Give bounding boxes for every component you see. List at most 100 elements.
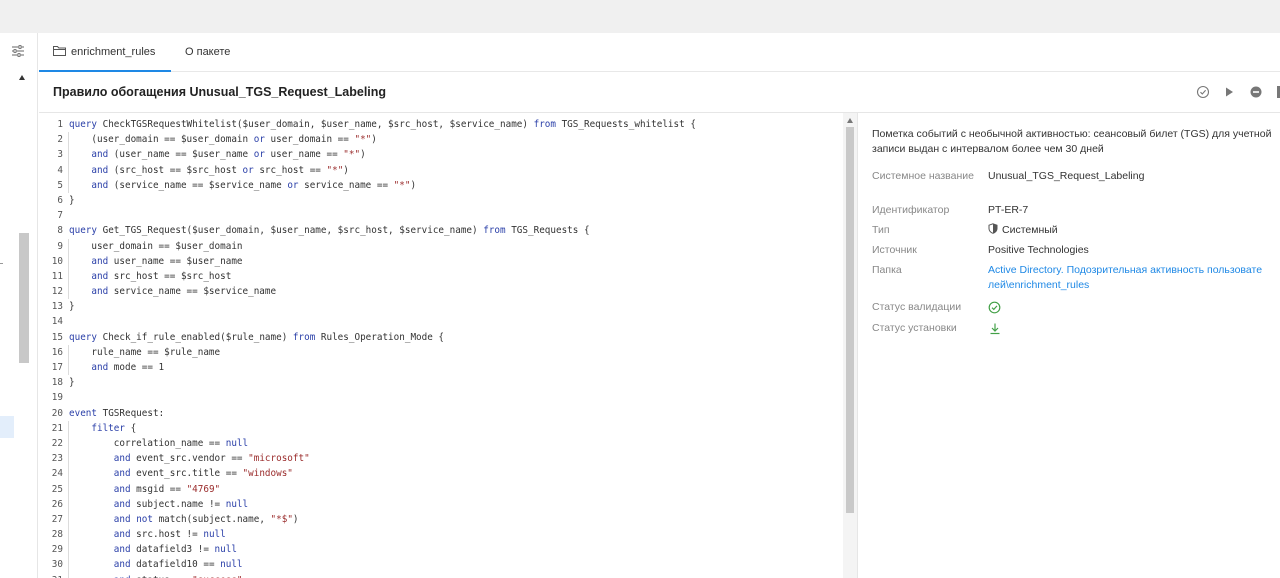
source-label: Источник (872, 244, 917, 256)
shield-icon (988, 223, 998, 234)
editor-scrollbar[interactable] (843, 113, 857, 578)
line-number: 9 (57, 240, 63, 252)
line-number: 10 (51, 255, 63, 267)
code-line[interactable]: and event_src.title == "windows" (68, 466, 843, 482)
code-line[interactable]: and status == "success" (68, 572, 843, 578)
line-number: 22 (51, 437, 63, 449)
filter-settings-icon[interactable] (11, 44, 25, 58)
type-text: Системный (1002, 224, 1058, 236)
code-line[interactable]: query Get_TGS_Request($user_domain, $use… (68, 223, 843, 238)
validation-ok-icon (988, 301, 1001, 314)
line-number: 25 (51, 483, 63, 495)
code-line[interactable]: event TGSRequest: (68, 406, 843, 421)
code-line[interactable]: filter { (68, 420, 843, 436)
page-title: Правило обогащения Unusual_TGS_Request_L… (53, 85, 387, 99)
code-line[interactable]: and not match(subject.name, "*$") (68, 511, 843, 528)
stop-icon[interactable] (1249, 85, 1263, 99)
line-number: 26 (51, 498, 63, 510)
editor-scrollbar-thumb[interactable] (846, 127, 854, 513)
line-number: 16 (51, 346, 63, 358)
code-line[interactable]: and (service_name == $service_name or se… (68, 177, 843, 193)
code-line[interactable]: (user_domain == $user_domain or user_dom… (68, 132, 843, 148)
system-name-value: Unusual_TGS_Request_Labeling (988, 170, 1145, 182)
code-line[interactable]: and (user_name == $user_name or user_nam… (68, 147, 843, 163)
code-editor[interactable]: 1 2 3 4 5 6 7 8 9 10 11 12 13 14 15 16 17 18 19 20 21 22 23 24 2… (39, 112, 857, 578)
type-value: Системный (988, 223, 1280, 238)
code-line[interactable]: } (68, 375, 843, 390)
tree-marker (0, 263, 3, 264)
line-number: 29 (51, 544, 63, 556)
top-bar (0, 0, 1280, 33)
code-line[interactable]: and event_src.vendor == "microsoft" (68, 451, 843, 467)
code-line[interactable]: correlation_name == null (68, 435, 843, 452)
selected-tree-item[interactable] (0, 416, 14, 438)
line-number: 11 (51, 270, 63, 282)
install-status-label: Статус установки (872, 322, 957, 334)
line-numbers: 1 2 3 4 5 6 7 8 9 10 11 12 13 14 15 16 17 18 19 20 21 22 23 24 2… (39, 117, 65, 578)
code-line[interactable]: and datafield3 != null (68, 542, 843, 558)
system-name-label: Системное название (872, 170, 974, 182)
validate-icon[interactable] (1196, 85, 1210, 99)
line-number: 19 (51, 392, 63, 404)
code-line[interactable]: } (68, 299, 843, 314)
line-number: 7 (57, 210, 63, 222)
line-number: 23 (51, 453, 63, 465)
line-number: 12 (51, 286, 63, 298)
line-number: 6 (57, 194, 63, 206)
code-line[interactable]: and mode == 1 (68, 360, 843, 376)
line-number: 21 (51, 422, 63, 434)
code-line[interactable]: rule_name == $rule_name (68, 344, 843, 360)
id-label: Идентификатор (872, 204, 950, 216)
line-number: 18 (51, 377, 63, 389)
validation-status-label: Статус валидации (872, 301, 962, 313)
line-number: 20 (51, 407, 63, 419)
code-content[interactable]: query CheckTGSRequestWhitelist($user_dom… (68, 117, 843, 578)
left-scrollbar-thumb[interactable] (19, 233, 29, 363)
tab-label: О пакете (185, 46, 231, 58)
id-value: PT-ER-7 (988, 204, 1029, 216)
tab-enrichment-rules[interactable]: enrichment_rules (39, 33, 171, 72)
line-number: 13 (51, 301, 63, 313)
line-number: 14 (51, 316, 63, 328)
installed-download-icon (990, 323, 1000, 335)
code-line[interactable]: and user_name == $user_name (68, 253, 843, 269)
line-number: 8 (57, 225, 63, 237)
line-number: 1 (57, 119, 63, 130)
scroll-up-arrow-icon[interactable] (847, 118, 853, 123)
code-line[interactable]: and datafield10 == null (68, 557, 843, 573)
rule-info-panel: Пометка событий с необычной активностью:… (857, 112, 1280, 578)
code-line[interactable]: ​ (68, 390, 843, 405)
line-number: 15 (51, 331, 63, 343)
code-line[interactable]: and (src_host == $src_host or src_host =… (68, 162, 843, 178)
page-header: Правило обогащения Unusual_TGS_Request_L… (39, 72, 1280, 112)
folder-icon (53, 46, 66, 57)
code-line[interactable]: and subject.name != null (68, 496, 843, 512)
code-line[interactable]: and src_host == $src_host (68, 268, 843, 285)
folder-label: Папка (872, 264, 902, 276)
folder-link-line2[interactable]: лей\enrichment_rules (988, 278, 1280, 293)
code-line[interactable]: } (68, 193, 843, 208)
line-number: 4 (57, 164, 63, 176)
type-label: Тип (872, 224, 890, 236)
code-line[interactable]: and src.host != null (68, 527, 843, 543)
line-number: 28 (51, 529, 63, 541)
line-number: 2 (57, 134, 63, 146)
code-line[interactable]: and service_name == $service_name (68, 284, 843, 300)
line-number: 5 (57, 179, 63, 191)
code-line[interactable]: and msgid == "4769" (68, 481, 843, 497)
code-line[interactable]: ​ (68, 314, 843, 329)
rule-description: Пометка событий с необычной активностью:… (872, 128, 1272, 155)
folder-link-line1[interactable]: Active Directory. Подозрительная активно… (988, 263, 1280, 278)
line-number: 30 (51, 559, 63, 571)
line-number: 27 (51, 513, 63, 525)
line-number: 24 (51, 468, 63, 480)
code-line[interactable]: query CheckTGSRequestWhitelist($user_dom… (68, 117, 843, 132)
source-value: Positive Technologies (988, 244, 1089, 256)
run-icon[interactable] (1222, 85, 1236, 99)
scroll-up-arrow-icon[interactable] (19, 75, 25, 80)
code-line[interactable]: ​ (68, 208, 843, 223)
code-line[interactable]: user_domain == $user_domain (68, 238, 843, 254)
code-line[interactable]: query Check_if_rule_enabled($rule_name) … (68, 330, 843, 345)
left-rail (0, 33, 38, 578)
tab-about-package[interactable]: О пакете (185, 33, 245, 72)
